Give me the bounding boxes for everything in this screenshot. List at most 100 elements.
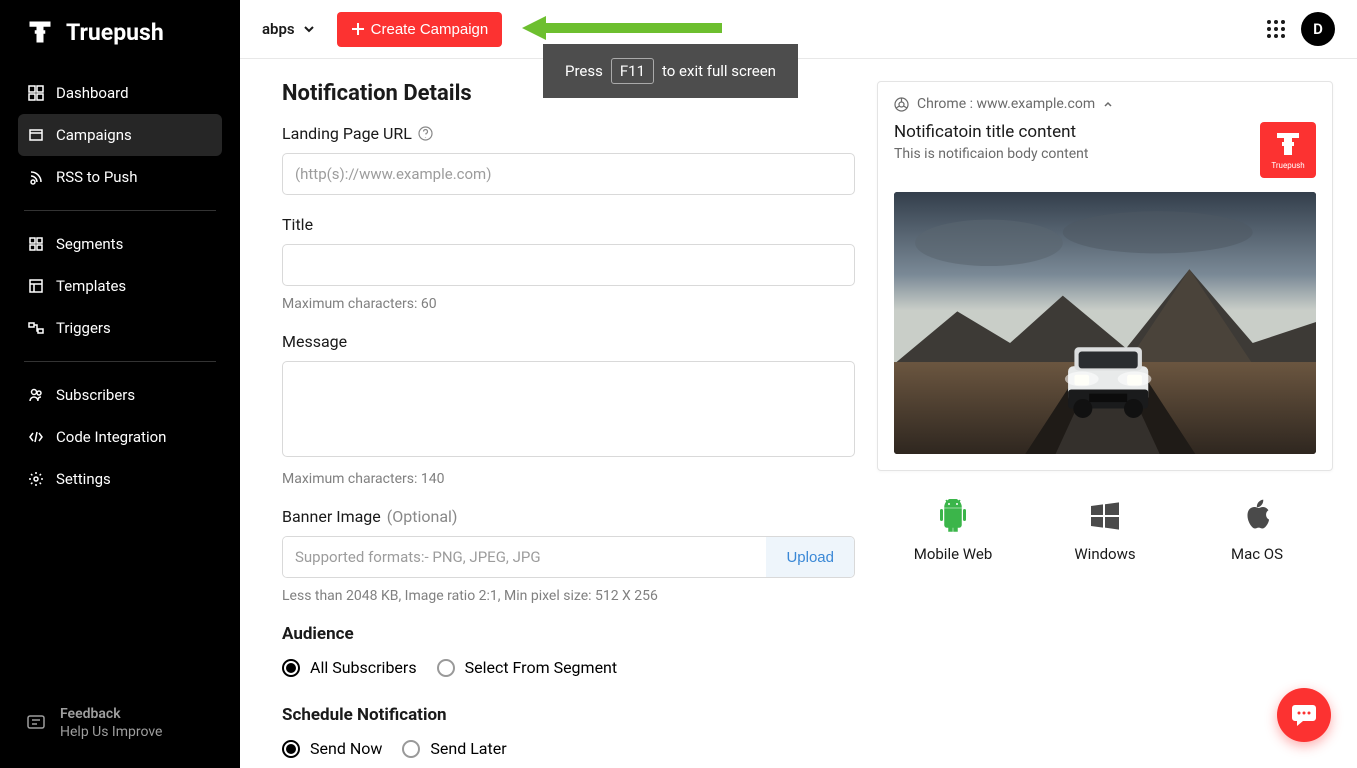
preview-badge-label: Truepush (1271, 161, 1304, 170)
sidebar-item-code[interactable]: Code Integration (18, 416, 222, 458)
site-selector[interactable]: abps (262, 20, 315, 38)
fullscreen-toast: Press F11 to exit full screen (543, 44, 798, 98)
sidebar-item-campaigns[interactable]: Campaigns (18, 114, 222, 156)
device-label: Windows (1074, 545, 1135, 563)
triggers-icon (28, 320, 44, 336)
feedback-link[interactable]: Feedback Help Us Improve (0, 688, 240, 768)
apps-grid-icon[interactable] (1265, 18, 1287, 40)
chat-icon (1291, 703, 1317, 727)
site-name: abps (262, 20, 295, 38)
avatar-letter: D (1313, 20, 1323, 38)
radio-label: Send Later (430, 739, 506, 758)
banner-hint: Less than 2048 KB, Image ratio 2:1, Min … (282, 588, 855, 604)
apple-icon (1241, 499, 1273, 533)
chrome-icon (894, 97, 909, 112)
create-campaign-button[interactable]: Create Campaign (337, 12, 503, 47)
gear-icon (28, 471, 44, 487)
title-hint: Maximum characters: 60 (282, 296, 855, 312)
sidebar-item-label: Campaigns (56, 126, 132, 144)
sidebar-item-label: Triggers (56, 319, 111, 337)
schedule-later-radio[interactable]: Send Later (402, 739, 506, 758)
rss-icon (28, 169, 44, 185)
preview-badge: Truepush (1260, 122, 1316, 178)
sidebar-item-triggers[interactable]: Triggers (18, 307, 222, 349)
brand-logo[interactable]: Truepush (0, 0, 240, 64)
sidebar-item-label: Templates (56, 277, 126, 295)
schedule-heading: Schedule Notification (282, 705, 855, 725)
title-label: Title (282, 215, 855, 234)
radio-label: Select From Segment (465, 658, 618, 677)
plus-icon (351, 22, 365, 36)
create-campaign-label: Create Campaign (371, 21, 489, 38)
sidebar-item-segments[interactable]: Segments (18, 223, 222, 265)
device-tab-mobile[interactable]: Mobile Web (883, 499, 1023, 563)
device-tabs: Mobile Web Windows Mac OS (877, 471, 1333, 563)
radio-label: Send Now (310, 739, 382, 758)
sidebar-item-settings[interactable]: Settings (18, 458, 222, 500)
radio-icon (402, 740, 420, 758)
windows-icon (1089, 499, 1121, 533)
campaigns-icon (28, 127, 44, 143)
feedback-icon (26, 713, 46, 733)
sidebar-item-dashboard[interactable]: Dashboard (18, 72, 222, 114)
radio-icon (437, 659, 455, 677)
title-input[interactable] (282, 244, 855, 286)
chevron-up-icon (1103, 99, 1113, 109)
toast-post: to exit full screen (662, 62, 776, 80)
preview-body: This is notificaion body content (894, 146, 1244, 162)
schedule-now-radio[interactable]: Send Now (282, 739, 382, 758)
android-icon (937, 499, 969, 533)
segments-icon (28, 236, 44, 252)
preview-pane: Chrome : www.example.com Notificatoin ti… (877, 81, 1343, 768)
audience-segment-radio[interactable]: Select From Segment (437, 658, 618, 677)
sidebar-item-label: RSS to Push (56, 168, 138, 186)
radio-icon (282, 659, 300, 677)
sidebar-item-subscribers[interactable]: Subscribers (18, 374, 222, 416)
nav-divider (24, 361, 216, 362)
subscribers-icon (28, 387, 44, 403)
templates-icon (28, 278, 44, 294)
sidebar-item-templates[interactable]: Templates (18, 265, 222, 307)
feedback-subtitle: Help Us Improve (60, 724, 162, 740)
device-label: Mobile Web (914, 545, 993, 563)
sidebar-item-label: Dashboard (56, 84, 129, 102)
code-icon (28, 429, 44, 445)
upload-button[interactable]: Upload (766, 537, 854, 577)
sidebar: Truepush Dashboard Campaigns RSS to Push… (0, 0, 240, 768)
notification-preview-card: Chrome : www.example.com Notificatoin ti… (877, 81, 1333, 471)
chevron-down-icon (303, 23, 315, 35)
help-icon[interactable] (418, 126, 433, 141)
radio-label: All Subscribers (310, 658, 417, 677)
preview-browser-header[interactable]: Chrome : www.example.com (894, 96, 1316, 112)
toast-pre: Press (565, 62, 603, 80)
chat-fab[interactable] (1277, 688, 1331, 742)
topbar: abps Create Campaign D (240, 0, 1357, 59)
audience-all-radio[interactable]: All Subscribers (282, 658, 417, 677)
truepush-badge-icon (1274, 131, 1302, 157)
banner-input[interactable] (283, 537, 766, 577)
url-label: Landing Page URL (282, 124, 855, 143)
message-input[interactable] (282, 361, 855, 457)
device-label: Mac OS (1231, 545, 1283, 563)
message-label: Message (282, 332, 855, 351)
preview-hero-image (894, 192, 1316, 454)
device-tab-windows[interactable]: Windows (1035, 499, 1175, 563)
sidebar-nav: Dashboard Campaigns RSS to Push Segments… (0, 64, 240, 688)
preview-title: Notificatoin title content (894, 122, 1244, 142)
device-tab-macos[interactable]: Mac OS (1187, 499, 1327, 563)
toast-key: F11 (611, 58, 654, 84)
audience-heading: Audience (282, 624, 855, 644)
notification-form: Notification Details Landing Page URL Ti… (282, 81, 855, 768)
banner-label: Banner Image (Optional) (282, 507, 855, 526)
message-hint: Maximum characters: 140 (282, 471, 855, 487)
radio-icon (282, 740, 300, 758)
url-input[interactable] (282, 153, 855, 195)
feedback-title: Feedback (60, 706, 162, 722)
sidebar-item-rss[interactable]: RSS to Push (18, 156, 222, 198)
truepush-logo-icon (26, 18, 54, 46)
user-avatar[interactable]: D (1301, 12, 1335, 46)
main-area: abps Create Campaign D Press F11 to exi (240, 0, 1357, 768)
preview-browser-text: Chrome : www.example.com (917, 96, 1095, 112)
brand-name: Truepush (66, 19, 164, 46)
dashboard-icon (28, 85, 44, 101)
